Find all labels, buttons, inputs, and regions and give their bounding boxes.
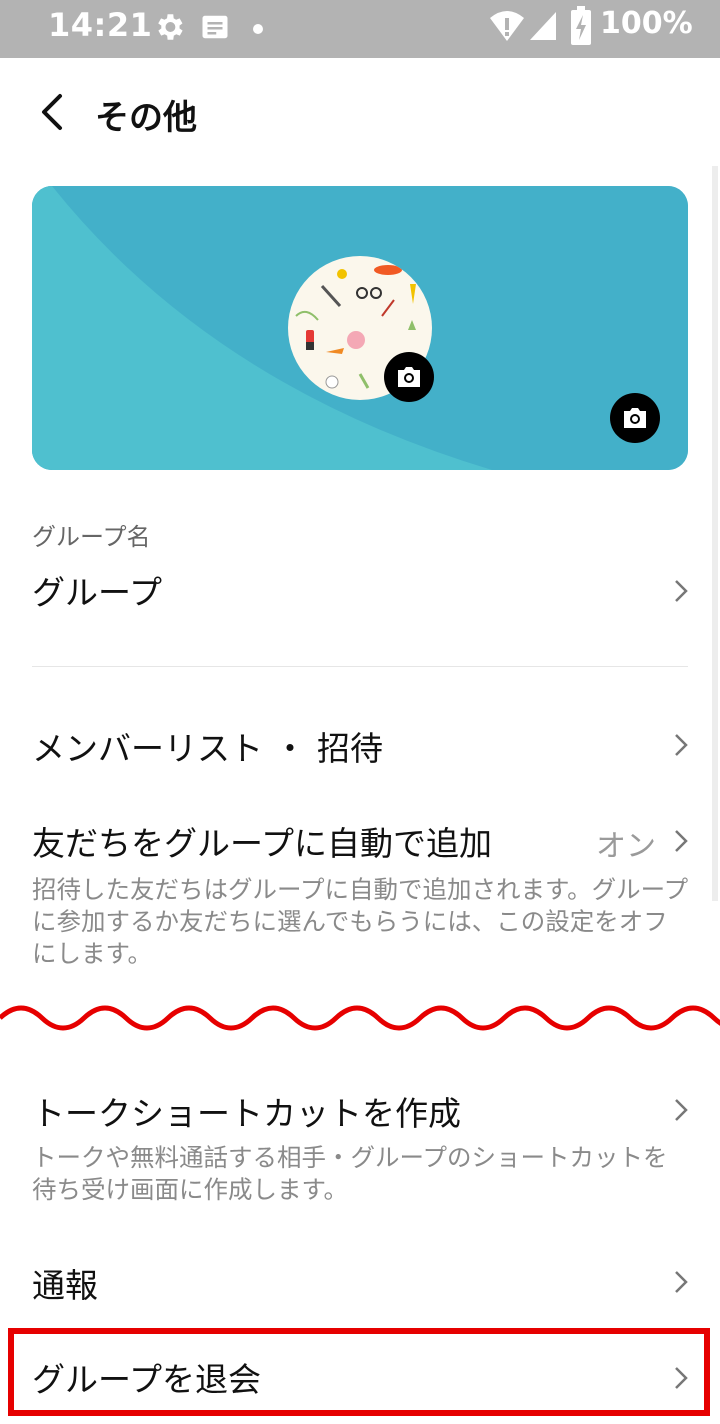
camera-icon [398, 367, 420, 387]
cover-camera-button[interactable] [610, 393, 660, 443]
members-title: メンバーリスト ・ 招待 [32, 729, 383, 768]
chevron-right-icon [675, 1099, 688, 1121]
shortcut-description: トークや無料通話する相手・グループのショートカットを待ち受け画面に作成します。 [32, 1143, 668, 1204]
auto-add-title: 友だちをグループに自動で追加 [32, 824, 493, 863]
wifi-icon [488, 8, 526, 46]
chevron-right-icon [675, 1271, 688, 1293]
group-name-label: グループ名 [32, 523, 151, 551]
status-bar: 14:21 100% [0, 0, 720, 58]
avatar-camera-button[interactable] [384, 352, 434, 402]
chevron-right-icon [675, 580, 688, 602]
shortcut-title: トークショートカットを作成 [32, 1094, 461, 1133]
dot-icon [252, 20, 264, 39]
chevron-right-icon [675, 734, 688, 756]
notification-icon [200, 12, 230, 46]
status-time: 14:21 [48, 6, 153, 44]
chevron-left-icon [42, 94, 62, 130]
camera-icon [624, 408, 646, 428]
app-bar: その他 [0, 58, 720, 168]
report-row[interactable] [0, 1240, 720, 1320]
group-name-value: グループ [32, 573, 163, 612]
auto-add-description: 招待した友だちはグループに自動で追加されます。グループに参加するか友だちに選んで… [32, 875, 689, 968]
wave-separator [0, 1005, 720, 1031]
chevron-right-icon [675, 830, 688, 852]
leave-group-title: グループを退会 [32, 1360, 262, 1399]
page-title: その他 [95, 98, 197, 138]
chevron-right-icon [675, 1367, 688, 1389]
signal-icon [528, 10, 558, 46]
gear-icon [152, 10, 186, 48]
group-cover-image[interactable] [32, 186, 688, 470]
back-button[interactable] [30, 88, 78, 136]
divider [32, 666, 688, 667]
battery-icon [570, 6, 592, 50]
report-title: 通報 [32, 1266, 98, 1305]
auto-add-value: オン [596, 829, 656, 864]
battery-percent: 100% [600, 6, 693, 41]
